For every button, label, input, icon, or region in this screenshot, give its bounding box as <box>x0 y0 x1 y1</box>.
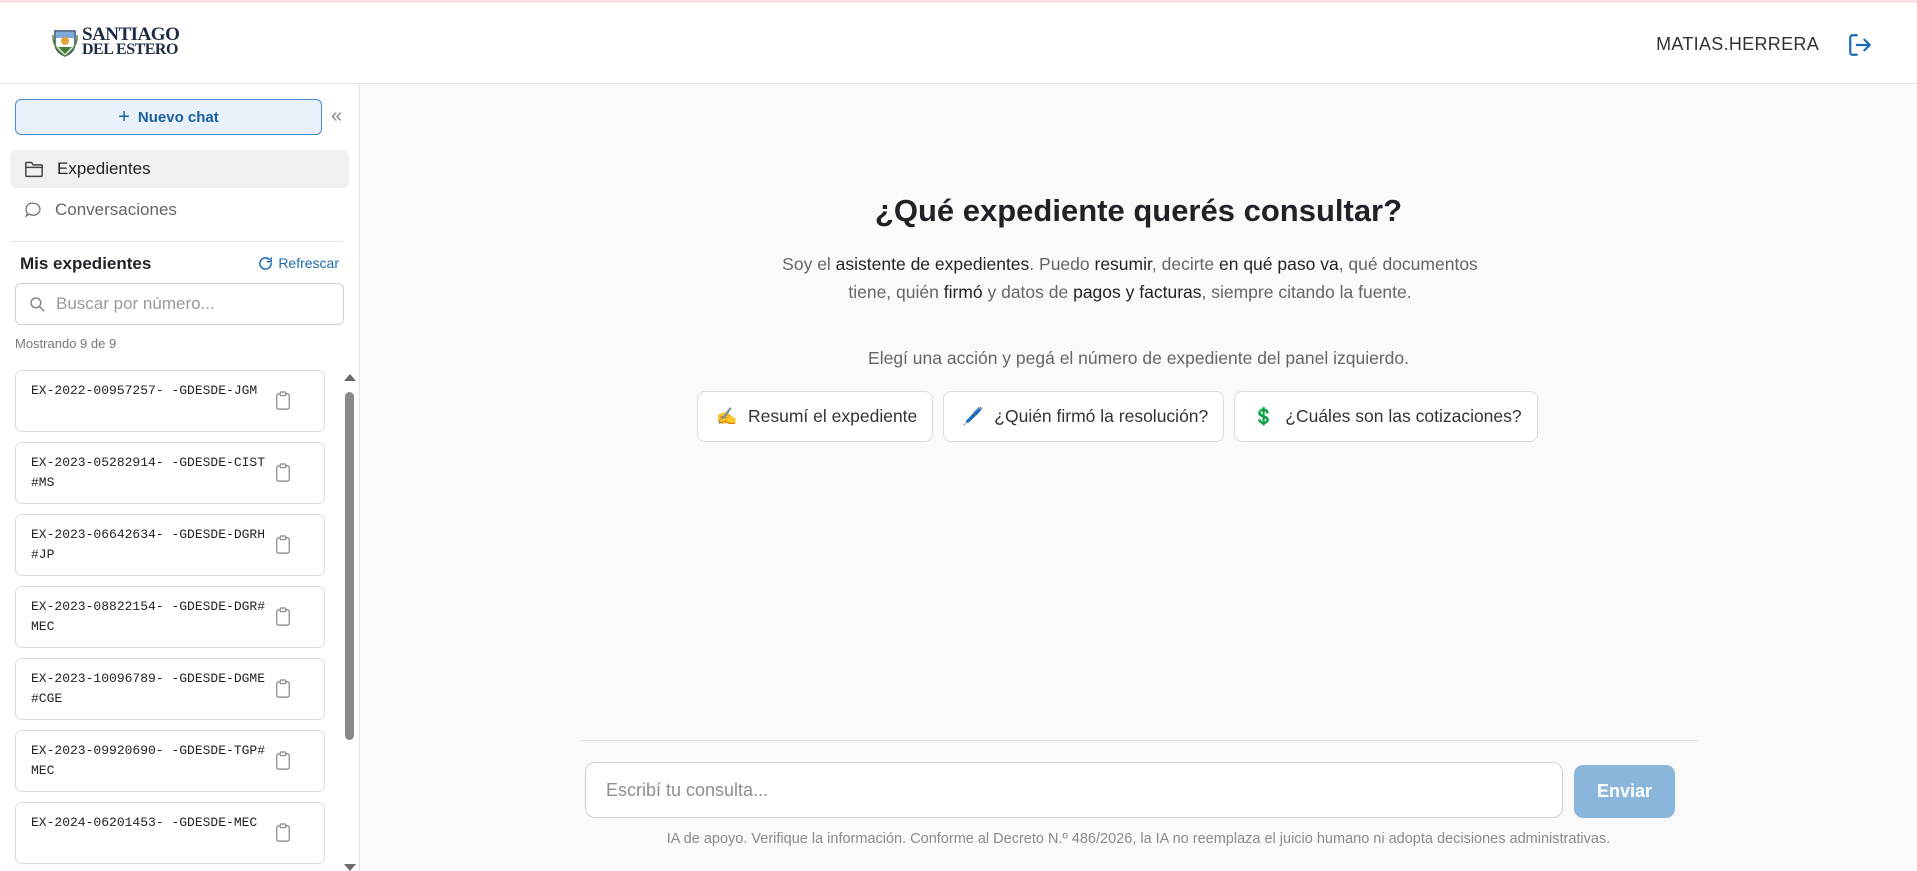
section-title-mis-expedientes: Mis expedientes <box>20 254 152 273</box>
expediente-card[interactable]: EX-2024-06201453- -GDESDE-MEC <box>15 802 325 864</box>
hero-title: ¿Qué expediente querés consultar? <box>874 193 1403 228</box>
desc-text: y datos de <box>982 282 1074 302</box>
clipboard-icon[interactable] <box>274 823 292 843</box>
logo-line-2: DEL ESTERO <box>82 41 178 58</box>
logo-line-1: SANTIAGO <box>82 24 180 45</box>
desc-bold: en qué paso va <box>1219 254 1339 274</box>
desc-text: , decirte <box>1151 254 1219 274</box>
desc-bold: asistente de expedientes <box>835 254 1030 274</box>
search-box <box>15 283 344 325</box>
action-resumir-button[interactable]: ✍️ Resumí el expediente <box>697 391 934 442</box>
clipboard-icon[interactable] <box>274 463 292 483</box>
desc-bold: resumir <box>1094 254 1152 274</box>
coat-of-arms-icon <box>52 30 78 57</box>
expediente-card[interactable]: EX-2023-10096789- -GDESDE-DGME#CGE <box>15 658 325 720</box>
desc-bold: firmó <box>943 282 983 302</box>
expediente-number: EX-2023-10096789- -GDESDE-DGME#CGE <box>31 671 266 706</box>
ai-disclaimer: IA de apoyo. Verifique la información. C… <box>666 831 1611 847</box>
desc-text: . Puedo <box>1029 254 1095 274</box>
clipboard-icon[interactable] <box>274 679 292 699</box>
sidebar: + Nuevo chat « Expedientes Conversacione… <box>0 84 360 871</box>
dollar-sign-icon: 💲 <box>1253 406 1275 426</box>
list-scrollbar[interactable] <box>342 374 356 871</box>
expediente-card[interactable]: EX-2023-08822154- -GDESDE-DGR#MEC <box>15 586 325 648</box>
new-chat-label: Nuevo chat <box>137 108 219 126</box>
action-cotizaciones-button[interactable]: 💲 ¿Cuáles son las cotizaciones? <box>1234 391 1538 442</box>
search-input[interactable] <box>56 294 336 314</box>
refresh-button[interactable]: Refrescar <box>258 255 339 271</box>
expedientes-list: EX-2022-00957257- -GDESDE-JGM EX-2023-05… <box>15 370 325 871</box>
chat-bubble-icon <box>24 202 41 218</box>
collapse-sidebar-icon[interactable]: « <box>331 105 342 128</box>
desc-text: Soy el <box>782 254 836 274</box>
scroll-down-arrow-icon[interactable] <box>344 864 356 871</box>
showing-count: Mostrando 9 de 9 <box>15 336 117 351</box>
composer-divider <box>582 740 1699 741</box>
quick-actions: ✍️ Resumí el expediente 🖊️ ¿Quién firmó … <box>697 391 1538 442</box>
expediente-number: EX-2023-08822154- -GDESDE-DGR#MEC <box>31 599 266 634</box>
message-input[interactable] <box>606 779 1542 801</box>
action-label: ¿Cuáles son las cotizaciones? <box>1285 406 1522 426</box>
expediente-number: EX-2022-00957257- -GDESDE-JGM <box>31 383 258 398</box>
action-hint: Elegí una acción y pegá el número de exp… <box>868 348 1409 368</box>
clipboard-icon[interactable] <box>274 607 292 627</box>
nav-item-expedientes[interactable]: Expedientes <box>10 150 349 188</box>
action-label: ¿Quién firmó la resolución? <box>994 406 1209 426</box>
sidebar-divider <box>10 241 343 242</box>
action-label: Resumí el expediente <box>748 406 918 426</box>
logout-icon[interactable] <box>1847 32 1873 58</box>
action-quien-firmo-button[interactable]: 🖊️ ¿Quién firmó la resolución? <box>943 391 1225 442</box>
pen-icon: 🖊️ <box>962 406 984 426</box>
expediente-card[interactable]: EX-2023-05282914- -GDESDE-CIST#MS <box>15 442 325 504</box>
plus-icon: + <box>118 106 130 128</box>
refresh-icon <box>259 256 273 270</box>
folder-icon <box>25 161 43 178</box>
nav-label-conversaciones: Conversaciones <box>55 200 177 219</box>
desc-text: , siempre citando la fuente. <box>1201 282 1412 302</box>
expediente-card[interactable]: EX-2022-00957257- -GDESDE-JGM <box>15 370 325 432</box>
composer-box <box>585 762 1563 818</box>
new-chat-button[interactable]: + Nuevo chat <box>15 99 322 135</box>
expediente-number: EX-2024-06201453- -GDESDE-MEC <box>31 815 258 830</box>
nav-item-conversaciones[interactable]: Conversaciones <box>10 191 349 229</box>
scroll-up-arrow-icon[interactable] <box>344 374 356 381</box>
expediente-card[interactable]: EX-2023-09920690- -GDESDE-TGP#MEC <box>15 730 325 792</box>
clipboard-icon[interactable] <box>274 535 292 555</box>
hero-description: Soy el asistente de expedientes. Puedo r… <box>760 250 1500 306</box>
nav-label-expedientes: Expedientes <box>57 159 151 178</box>
refresh-label: Refrescar <box>278 255 339 271</box>
clipboard-icon[interactable] <box>274 391 292 411</box>
clipboard-icon[interactable] <box>274 751 292 771</box>
search-icon <box>30 297 45 312</box>
scrollbar-thumb[interactable] <box>345 392 354 740</box>
username-label: MATIAS.HERRERA <box>1656 34 1819 54</box>
desc-bold: pagos y facturas <box>1073 282 1202 302</box>
expediente-number: EX-2023-05282914- -GDESDE-CIST#MS <box>31 455 266 490</box>
expediente-number: EX-2023-06642634- -GDESDE-DGRH#JP <box>31 527 266 562</box>
app-header: SANTIAGO DEL ESTERO MATIAS.HERRERA <box>0 3 1917 84</box>
writing-hand-icon: ✍️ <box>716 406 738 426</box>
expediente-card[interactable]: EX-2023-06642634- -GDESDE-DGRH#JP <box>15 514 325 576</box>
santiago-del-estero-logo: SANTIAGO DEL ESTERO <box>52 24 180 58</box>
send-button[interactable]: Enviar <box>1574 765 1675 818</box>
expediente-number: EX-2023-09920690- -GDESDE-TGP#MEC <box>31 743 266 778</box>
